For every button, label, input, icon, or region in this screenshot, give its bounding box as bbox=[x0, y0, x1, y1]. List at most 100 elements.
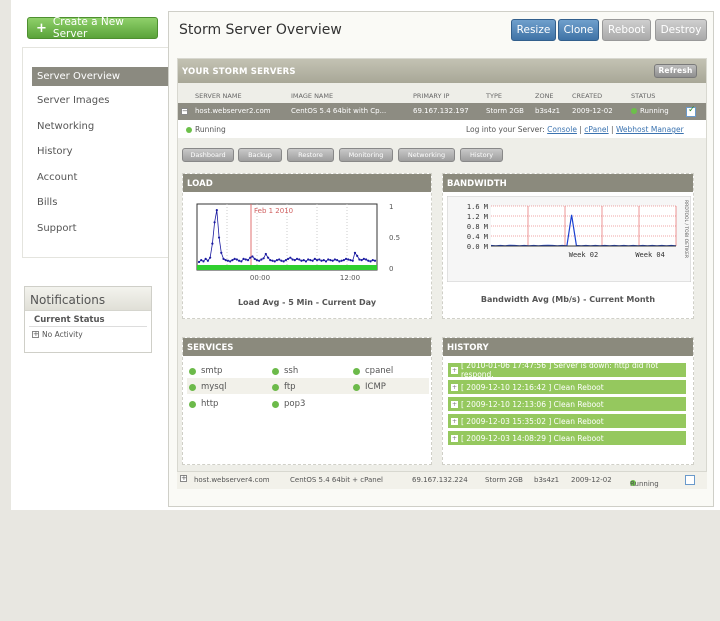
load-point bbox=[211, 242, 214, 245]
load-point bbox=[253, 257, 256, 260]
history-item[interactable]: +[ 2009-12-10 12:16:42 ] Clean Reboot bbox=[448, 380, 686, 394]
sidebar-item-account[interactable]: Account bbox=[37, 172, 77, 183]
load-point bbox=[362, 257, 365, 260]
tab-backup[interactable]: Backup bbox=[238, 148, 282, 162]
col-type[interactable]: TYPE bbox=[486, 92, 502, 100]
history-item-text: [ 2009-12-03 14:08:29 ] Clean Reboot bbox=[461, 433, 604, 443]
service-cpanel: cpanel bbox=[353, 366, 393, 376]
expand-icon[interactable]: + bbox=[451, 366, 458, 374]
running-status: Running bbox=[186, 125, 226, 134]
service-ftp: ftp bbox=[272, 382, 296, 392]
notification-text: No Activity bbox=[42, 330, 83, 339]
load-annotation: Feb 1 2010 bbox=[254, 207, 293, 215]
sidebar-item-server-overview[interactable]: Server Overview bbox=[32, 67, 170, 86]
expand-icon[interactable]: + bbox=[451, 417, 458, 425]
notification-item[interactable]: + No Activity bbox=[25, 327, 151, 339]
expand-icon[interactable]: + bbox=[451, 400, 458, 408]
load-point bbox=[340, 259, 343, 262]
history-item-text: [ 2009-12-10 12:16:42 ] Clean Reboot bbox=[461, 382, 604, 392]
clone-button[interactable]: Clone bbox=[558, 19, 599, 41]
load-point bbox=[333, 258, 336, 261]
col-primary-ip[interactable]: PRIMARY IP bbox=[413, 92, 449, 100]
server-created: 2009-12-02 bbox=[572, 107, 613, 115]
load-point bbox=[206, 259, 210, 262]
load-point bbox=[329, 259, 332, 262]
bandwidth-y-tick: 1.2 M bbox=[467, 213, 488, 221]
tab-restore[interactable]: Restore bbox=[287, 148, 334, 162]
load-point bbox=[246, 259, 250, 262]
tab-networking[interactable]: Networking bbox=[398, 148, 455, 162]
service-label: cpanel bbox=[365, 366, 394, 376]
history-item[interactable]: +[ 2009-12-10 12:13:06 ] Clean Reboot bbox=[448, 397, 686, 411]
load-point bbox=[264, 252, 267, 256]
history-item[interactable]: +[ 2009-12-03 15:35:02 ] Clean Reboot bbox=[448, 414, 686, 428]
server-name[interactable]: host.webserver2.com bbox=[195, 107, 271, 115]
service-ssh: ssh bbox=[272, 366, 298, 376]
tab-history[interactable]: History bbox=[460, 148, 503, 162]
refresh-button[interactable]: Refresh bbox=[654, 64, 697, 78]
load-point bbox=[351, 259, 354, 262]
col-zone[interactable]: ZONE bbox=[535, 92, 554, 100]
service-pop3: pop3 bbox=[272, 399, 305, 409]
service-label: pop3 bbox=[284, 399, 306, 409]
history-item[interactable]: +[ 2010-01-06 17:47:56 ] Server is down:… bbox=[448, 361, 686, 379]
service-status-icon bbox=[189, 367, 196, 375]
load-point bbox=[226, 259, 230, 262]
load-point bbox=[229, 260, 232, 263]
table-row-selected[interactable]: − host.webserver2.com CentOS 5.4 64bit w… bbox=[178, 103, 706, 120]
load-point bbox=[235, 258, 238, 261]
collapse-icon[interactable]: − bbox=[181, 108, 188, 115]
load-point bbox=[284, 259, 287, 262]
create-server-button[interactable]: + Create a New Server bbox=[27, 16, 158, 40]
load-point bbox=[300, 259, 303, 262]
sidebar-item-support[interactable]: Support bbox=[37, 223, 77, 234]
console-link[interactable]: Console bbox=[547, 125, 577, 134]
expand-icon[interactable]: + bbox=[180, 475, 187, 482]
sidebar-item-server-images[interactable]: Server Images bbox=[37, 95, 110, 106]
login-links: Log into your Server: Console | cPanel |… bbox=[466, 125, 684, 134]
load-point bbox=[364, 258, 368, 261]
reboot-button[interactable]: Reboot bbox=[602, 19, 651, 41]
load-point bbox=[202, 260, 205, 263]
service-http: http bbox=[189, 399, 218, 409]
server-image: CentOS 5.4 64bit + cPanel bbox=[290, 476, 383, 484]
sidebar-item-networking[interactable]: Networking bbox=[37, 121, 94, 132]
table-row[interactable]: + host.webserver4.com CentOS 5.4 64bit +… bbox=[177, 472, 707, 489]
resize-button[interactable]: Resize bbox=[511, 19, 556, 41]
col-status[interactable]: STATUS bbox=[631, 92, 655, 100]
bandwidth-side-label: RRDTOOL / TOBI OETIKER bbox=[683, 200, 689, 258]
expand-icon[interactable]: + bbox=[32, 331, 39, 338]
current-status-label: Current Status bbox=[29, 311, 147, 327]
tab-monitoring[interactable]: Monitoring bbox=[339, 148, 393, 162]
service-label: ftp bbox=[284, 382, 296, 392]
bandwidth-x-tick: Week 04 bbox=[635, 251, 665, 259]
bandwidth-chart-caption: Bandwidth Avg (Mb/s) - Current Month bbox=[480, 295, 656, 304]
destroy-button[interactable]: Destroy bbox=[655, 19, 707, 41]
sidebar-item-bills[interactable]: Bills bbox=[37, 197, 57, 208]
sidebar-item-history[interactable]: History bbox=[37, 146, 73, 157]
col-image-name[interactable]: IMAGE NAME bbox=[291, 92, 333, 100]
load-point bbox=[336, 259, 339, 262]
expand-icon[interactable]: + bbox=[451, 383, 458, 391]
col-created[interactable]: CREATED bbox=[572, 92, 602, 100]
servers-section: YOUR STORM SERVERS Refresh SERVER NAME I… bbox=[177, 58, 707, 472]
load-point bbox=[255, 259, 259, 262]
cpanel-link[interactable]: cPanel bbox=[584, 125, 608, 134]
history-panel: HISTORY +[ 2010-01-06 17:47:56 ] Server … bbox=[442, 337, 694, 465]
load-point bbox=[295, 257, 299, 260]
load-point bbox=[273, 260, 276, 263]
webhost-manager-link[interactable]: Webhost Manager bbox=[616, 125, 684, 134]
server-select-checkbox[interactable] bbox=[686, 105, 696, 117]
history-item[interactable]: +[ 2009-12-03 14:08:29 ] Clean Reboot bbox=[448, 431, 686, 445]
server-type: Storm 2GB bbox=[485, 476, 523, 484]
load-point bbox=[282, 260, 285, 263]
tab-dashboard[interactable]: Dashboard bbox=[182, 148, 234, 162]
col-server-name[interactable]: SERVER NAME bbox=[195, 92, 242, 100]
services-panel: SERVICES smtp ssh cpanel mysql ftp ICMP … bbox=[182, 337, 432, 465]
status-line: Running Log into your Server: Console | … bbox=[178, 120, 706, 138]
expand-icon[interactable]: + bbox=[451, 434, 458, 442]
server-name[interactable]: host.webserver4.com bbox=[194, 476, 270, 484]
load-panel-title: LOAD bbox=[183, 174, 431, 192]
login-text: Log into your Server: bbox=[466, 125, 545, 134]
server-select-checkbox[interactable] bbox=[685, 475, 695, 485]
